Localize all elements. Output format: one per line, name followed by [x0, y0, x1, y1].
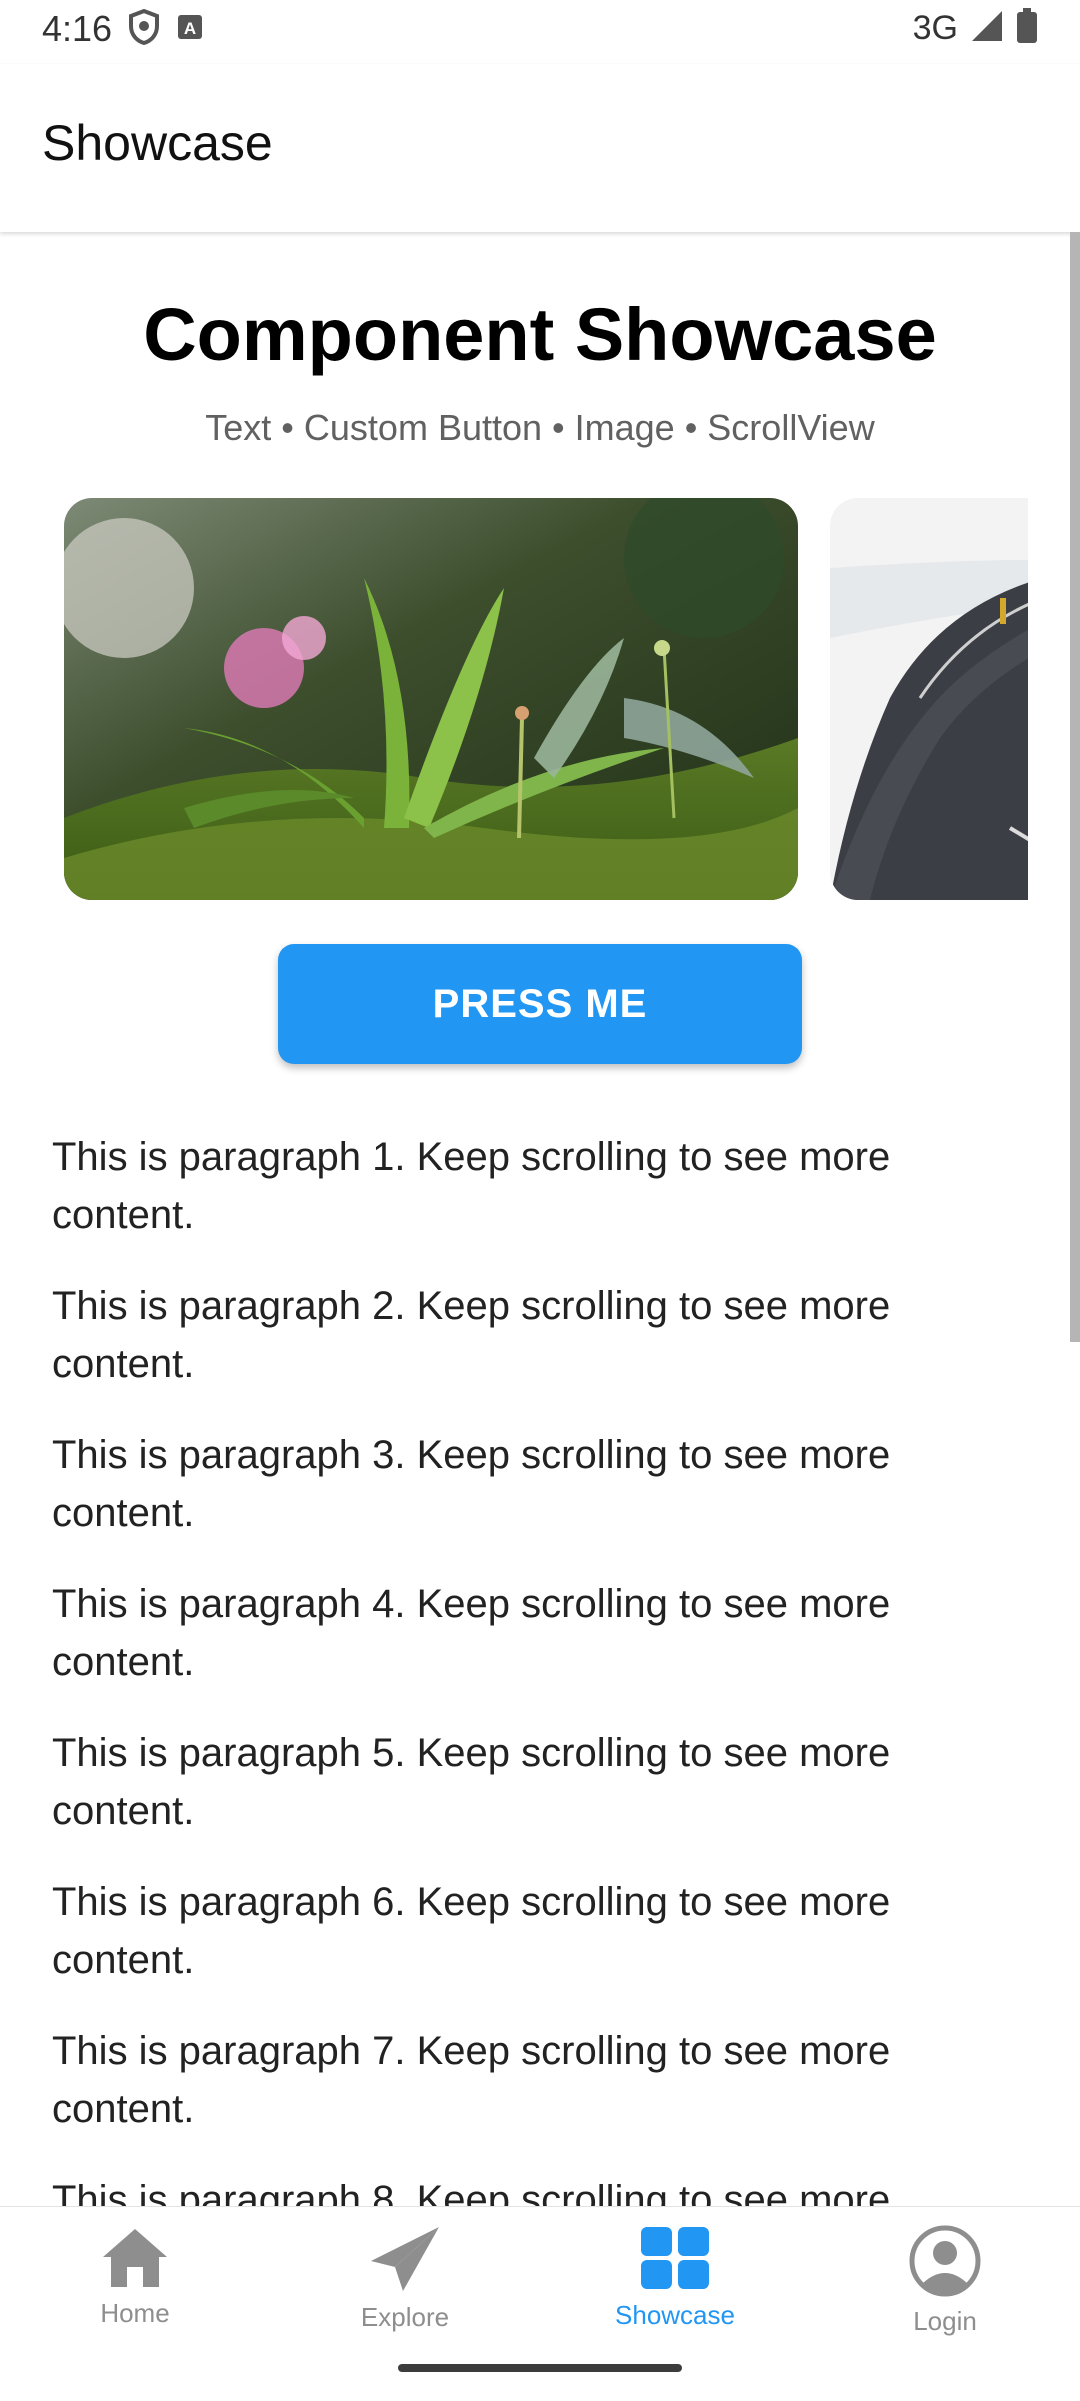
- press-me-button[interactable]: PRESS ME: [278, 944, 802, 1064]
- paragraph-7: This is paragraph 7. Keep scrolling to s…: [52, 2029, 891, 2131]
- status-time: 4:16: [42, 8, 113, 49]
- keyboard-a-icon: A: [176, 13, 204, 46]
- battery-icon: [1016, 8, 1038, 49]
- shield-icon: [128, 8, 160, 50]
- app-bar: Showcase: [0, 64, 1080, 232]
- nav-item-explore[interactable]: Explore: [270, 2225, 540, 2333]
- paragraph-8: This is paragraph 8. Keep scrolling to s…: [52, 2178, 891, 2208]
- nav-item-showcase[interactable]: Showcase: [540, 2225, 810, 2331]
- paragraph-1: This is paragraph 1. Keep scrolling to s…: [52, 1135, 891, 1237]
- nav-item-home[interactable]: Home: [0, 2225, 270, 2329]
- paragraph-6: This is paragraph 6. Keep scrolling to s…: [52, 1880, 891, 1982]
- paragraph-2: This is paragraph 2. Keep scrolling to s…: [52, 1284, 891, 1386]
- nav-label-login: Login: [913, 2306, 977, 2336]
- scroll-view[interactable]: Component Showcase Text • Custom Button …: [0, 232, 1080, 2208]
- page-subtitle: Text • Custom Button • Image • ScrollVie…: [205, 407, 875, 448]
- app-bar-title: Showcase: [42, 115, 273, 171]
- paragraph-list: This is paragraph 1. Keep scrolling to s…: [52, 1128, 972, 2208]
- page-title: Component Showcase: [143, 293, 937, 376]
- status-bar: 4:16 A 3G: [0, 0, 1080, 64]
- home-icon: [0, 2225, 270, 2294]
- grid-icon: [540, 2225, 810, 2296]
- user-circle-icon: [810, 2225, 1080, 2302]
- image-carousel[interactable]: [64, 498, 1028, 900]
- home-indicator[interactable]: [398, 2364, 682, 2372]
- nav-label-explore: Explore: [360, 2302, 450, 2332]
- paragraph-5: This is paragraph 5. Keep scrolling to s…: [52, 1731, 891, 1833]
- paragraph-4: This is paragraph 4. Keep scrolling to s…: [52, 1582, 891, 1684]
- carousel-image-snowy-road[interactable]: [830, 498, 1028, 900]
- paper-plane-icon: [270, 2225, 540, 2298]
- scroll-indicator[interactable]: [1070, 232, 1080, 1342]
- nav-label-showcase: Showcase: [615, 2300, 735, 2330]
- signal-icon: [970, 9, 1004, 48]
- paragraph-3: This is paragraph 3. Keep scrolling to s…: [52, 1433, 891, 1535]
- carousel-image-plants[interactable]: [64, 498, 798, 900]
- nav-item-login[interactable]: Login: [810, 2225, 1080, 2337]
- nav-label-home: Home: [100, 2298, 170, 2328]
- network-type: 3G: [912, 9, 958, 47]
- svg-text:A: A: [184, 19, 196, 38]
